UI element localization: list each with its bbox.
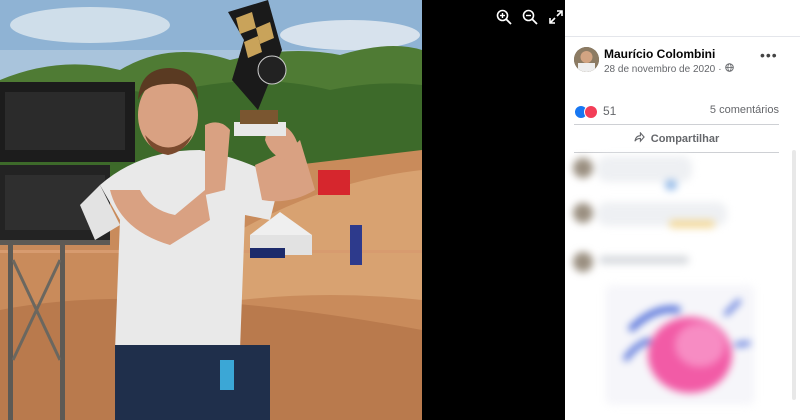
post-photo [0, 0, 422, 420]
photo-viewer [0, 0, 565, 420]
comment-sticker [605, 285, 755, 405]
share-button[interactable]: Compartilhar [574, 128, 779, 150]
author-name[interactable]: Maurício Colombini [604, 47, 715, 61]
zoom-in-icon[interactable] [495, 8, 513, 26]
fullscreen-icon[interactable] [547, 8, 565, 26]
comment-name [599, 256, 689, 264]
panel-top-bar [565, 0, 800, 37]
post-date[interactable]: 28 de novembro de 2020 [604, 64, 715, 75]
photo-image [0, 0, 422, 420]
share-icon [634, 131, 645, 146]
share-label: Compartilhar [650, 133, 720, 145]
comment-bubble [597, 156, 692, 182]
comment-reaction [665, 180, 677, 190]
reactions-bar: 51 5 comentários [574, 102, 779, 122]
love-reaction-icon [584, 105, 598, 119]
comments-scrollbar[interactable] [792, 150, 796, 400]
reactions-count[interactable]: 51 [603, 104, 616, 118]
post-meta: 28 de novembro de 2020 · [604, 63, 734, 75]
zoom-out-icon[interactable] [521, 8, 539, 26]
avatar[interactable] [574, 47, 599, 72]
more-options-button[interactable]: ••• [760, 48, 777, 62]
globe-icon [724, 63, 734, 75]
comment-avatar [573, 252, 593, 272]
meta-separator: · [718, 63, 722, 75]
comment-reaction [669, 220, 715, 228]
post-side-panel: Maurício Colombini 28 de novembro de 202… [565, 0, 800, 420]
viewer-toolbar [495, 8, 565, 26]
comments-count[interactable]: 5 comentários [710, 104, 779, 116]
comment-avatar [573, 158, 593, 178]
divider-top [574, 124, 779, 125]
post-header: Maurício Colombini 28 de novembro de 202… [565, 44, 800, 84]
blurred-comments [565, 150, 800, 420]
comment-avatar [573, 203, 593, 223]
